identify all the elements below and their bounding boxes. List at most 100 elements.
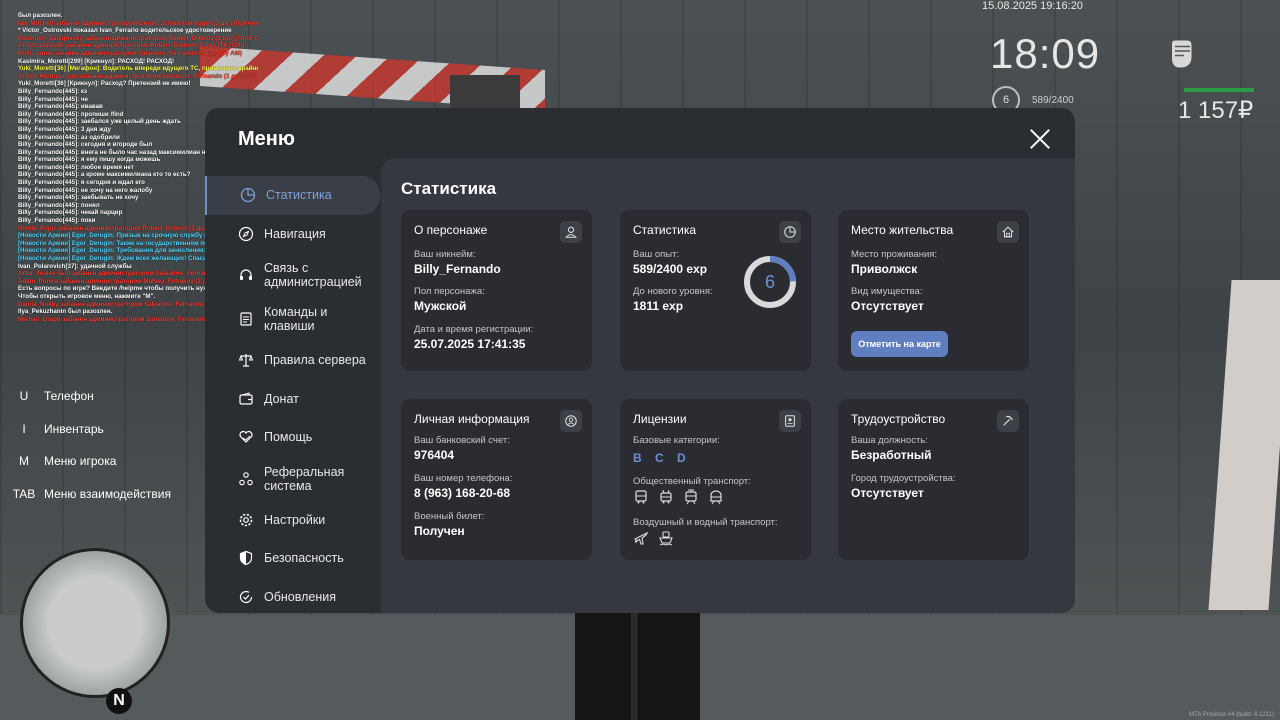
position-value: Безработный: [851, 448, 932, 462]
residence-value: Приволжск: [851, 262, 918, 276]
hud-money: 1 157₽: [1178, 97, 1254, 124]
nav-item-navigation[interactable]: Навигация: [205, 215, 380, 254]
card-title: Статистика: [633, 223, 697, 237]
hotkey-key: TAB: [12, 486, 36, 501]
exp-value: 589/2400 exp: [633, 262, 708, 276]
position-label: Ваша должность:: [851, 435, 928, 446]
airplane-icon: [634, 531, 649, 545]
player-character: [575, 612, 700, 720]
hotkey-key: M: [19, 454, 29, 469]
nickname-value: Billy_Fernando: [414, 262, 501, 276]
nav-label: Безопасность: [264, 551, 344, 566]
chat-line: Ian_Mitchell забанен администратором Ger…: [18, 19, 258, 27]
nav-item-security[interactable]: Безопасность: [205, 539, 380, 578]
chat-line: Billy_Fernando[445]: кз: [18, 87, 88, 95]
compass-icon: [238, 226, 254, 241]
registration-value: 25.07.2025 17:41:35: [414, 337, 526, 351]
wallet-icon: [239, 392, 253, 405]
public-transport-icons: [633, 489, 724, 505]
pie-chart-icon: [240, 188, 256, 203]
close-button[interactable]: [1029, 128, 1051, 150]
military-value: Получен: [414, 524, 465, 538]
hotkey-label: Меню взаимодействия: [44, 486, 171, 501]
exp-label: Ваш опыт:: [633, 249, 680, 260]
tram-icon: [685, 489, 697, 505]
nav-item-settings[interactable]: Настройки: [205, 501, 380, 540]
air-water-label: Воздушный и водный транспорт:: [633, 517, 778, 528]
card-persona: О персонаже Ваш никнейм: Billy_Fernando …: [401, 210, 592, 371]
chat-line: был разозлен.: [18, 12, 63, 19]
nav-label: Навигация: [264, 226, 326, 241]
nav-label: Реферальная система: [264, 464, 345, 493]
hud-clock: 18:09: [990, 30, 1101, 77]
nav-label: Статистика: [266, 188, 332, 203]
minimap: [20, 548, 170, 698]
next-level-label: До нового уровня:: [633, 286, 713, 297]
card-title: Лицензии: [633, 412, 687, 426]
chat-line: Kasimira_Moretti[299] [Крикнул]: РАСХОД!…: [18, 57, 175, 65]
residence-label: Место проживания:: [851, 249, 938, 260]
hotkey-player-menu[interactable]: M Меню игрока: [10, 445, 171, 478]
work-city-label: Город трудоустройства:: [851, 473, 956, 484]
headset-icon: [240, 269, 252, 280]
next-level-value: 1811 exp: [633, 299, 684, 313]
mark-on-map-button[interactable]: Отметить на карте: [851, 331, 948, 357]
nav-item-statistics[interactable]: Статистика: [205, 176, 380, 215]
base-categories-label: Базовые категории:: [633, 435, 720, 446]
gender-label: Пол персонажа:: [414, 286, 485, 297]
card-title: Личная информация: [414, 412, 530, 426]
hotkey-inventory[interactable]: I Инвентарь: [10, 413, 171, 446]
nav-label: Обновления: [264, 589, 336, 604]
hotkey-interaction-menu[interactable]: TAB Меню взаимодействия: [10, 478, 171, 511]
nav-label: Донат: [264, 391, 299, 406]
level-value: 6: [765, 272, 775, 292]
hotkey-phone[interactable]: U Телефон: [10, 380, 171, 413]
hotkey-label: Инвентарь: [44, 421, 104, 436]
nav-label: Команды и клавиши: [264, 305, 328, 333]
scales-icon: [238, 354, 254, 367]
menu-nav: Статистика Навигация Связь с администрац…: [205, 176, 380, 613]
bus-icon: [635, 490, 647, 504]
north-indicator-icon: N: [106, 688, 132, 714]
property-label: Вид имущества:: [851, 286, 923, 297]
gear-icon: [239, 513, 253, 527]
phone-value: 8 (963) 168-20-68: [414, 486, 511, 500]
document-icon: [240, 312, 252, 326]
chat-line: Poseidon_Zalegovsky забанен администрато…: [18, 34, 258, 42]
shield-icon: [239, 551, 253, 566]
nav-item-donate[interactable]: Донат: [205, 380, 380, 419]
property-value: Отсутствует: [851, 299, 924, 313]
card-licenses: Лицензии Базовые категории: B C D Общест…: [620, 399, 811, 560]
fist-icon: [1172, 40, 1192, 68]
hud-exp: 589/2400: [1032, 95, 1074, 106]
stats-content: Статистика О персонаже Ваш никнейм: Bill…: [381, 158, 1075, 613]
pickaxe-icon: [997, 410, 1019, 432]
nav-item-updates[interactable]: Обновления: [205, 578, 380, 614]
heart-hand-icon: [239, 431, 253, 444]
nav-item-referral[interactable]: Реферальная система: [205, 457, 380, 501]
menu-window: Меню Статистика Навигация Связь с админи…: [205, 108, 1075, 613]
hud-datetime: 15.08.2025 19:16:20: [982, 0, 1083, 12]
nav-item-commands[interactable]: Команды и клавиши: [205, 297, 380, 341]
phone-label: Ваш номер телефона:: [414, 473, 513, 484]
nav-item-rules[interactable]: Правила сервера: [205, 341, 380, 380]
nav-label: Настройки: [264, 512, 326, 527]
nav-label: Связь с администрацией: [264, 261, 362, 289]
card-employment: Трудоустройство Ваша должность: Безработ…: [838, 399, 1029, 560]
base-categories-value: B C D: [633, 451, 691, 465]
nav-item-admin-contact[interactable]: Связь с администрацией: [205, 253, 380, 297]
hotkey-key: U: [19, 389, 29, 404]
chat-line: Yuki_Moretti[36] [Крикнул]: Расход? Прет…: [18, 80, 191, 88]
card-residence: Место жительства Место проживания: Приво…: [838, 210, 1029, 371]
chat-line: Billy_Fernando[445]: че: [18, 95, 88, 103]
refresh-check-icon: [239, 590, 253, 603]
hotkey-key: I: [22, 421, 26, 436]
chat-line: Anton_Lopezdo забанен администратором Ro…: [18, 42, 245, 50]
hotkey-label: Телефон: [44, 389, 94, 404]
card-title: Место жительства: [851, 223, 954, 237]
nav-item-help[interactable]: Помощь: [205, 418, 380, 457]
work-city-value: Отсутствует: [851, 486, 924, 500]
nav-label: Правила сервера: [264, 353, 366, 368]
public-transport-label: Общественный транспорт:: [633, 476, 751, 487]
menu-title: Меню: [238, 128, 295, 150]
